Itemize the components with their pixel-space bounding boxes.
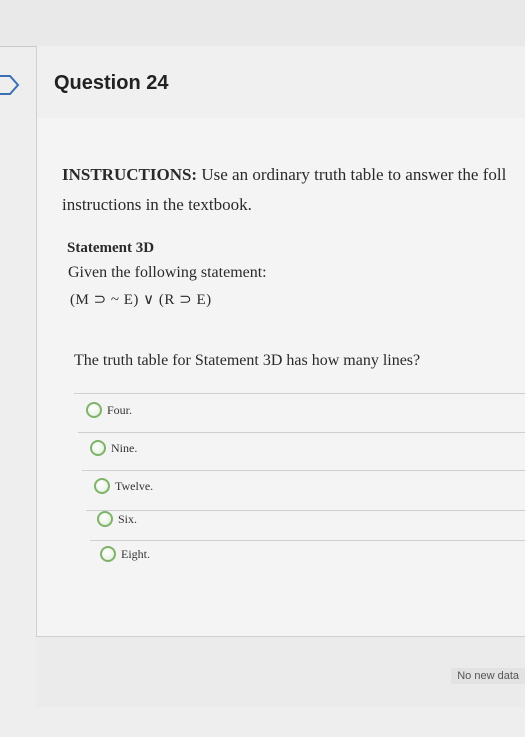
instructions-label: INSTRUCTIONS: — [62, 165, 198, 184]
question-title: Question 24 — [54, 72, 169, 94]
save-status: No new data — [451, 668, 525, 684]
option-nine[interactable]: Nine. — [90, 440, 137, 456]
radio-button[interactable] — [90, 440, 106, 456]
radio-button[interactable] — [100, 546, 116, 562]
radio-button[interactable] — [86, 402, 102, 418]
divider — [82, 470, 525, 471]
option-eight[interactable]: Eight. — [100, 546, 150, 562]
question-prompt: The truth table for Statement 3D has how… — [74, 352, 421, 369]
statement-formula: (M ⊃ ~ E) ∨ (R ⊃ E) — [70, 292, 212, 308]
option-label: Twelve. — [115, 478, 154, 493]
divider — [86, 510, 525, 511]
statement-title: Statement 3D — [67, 240, 155, 256]
radio-button[interactable] — [97, 511, 113, 527]
option-label: Six. — [118, 511, 138, 526]
divider — [90, 540, 525, 541]
statement-given: Given the following statement: — [68, 264, 267, 281]
divider — [74, 393, 525, 394]
option-label: Four. — [107, 402, 133, 417]
instructions-line2: instructions in the textbook. — [62, 195, 252, 214]
instructions-text: INSTRUCTIONS: Use an ordinary truth tabl… — [62, 160, 525, 220]
instructions-line1: Use an ordinary truth table to answer th… — [197, 165, 507, 184]
option-four[interactable]: Four. — [86, 402, 132, 418]
divider — [78, 432, 525, 433]
option-twelve[interactable]: Twelve. — [94, 478, 153, 494]
option-six[interactable]: Six. — [97, 511, 137, 527]
radio-button[interactable] — [94, 478, 110, 494]
option-label: Eight. — [121, 546, 150, 561]
option-label: Nine. — [111, 440, 138, 455]
question-flag-icon[interactable] — [0, 70, 24, 100]
